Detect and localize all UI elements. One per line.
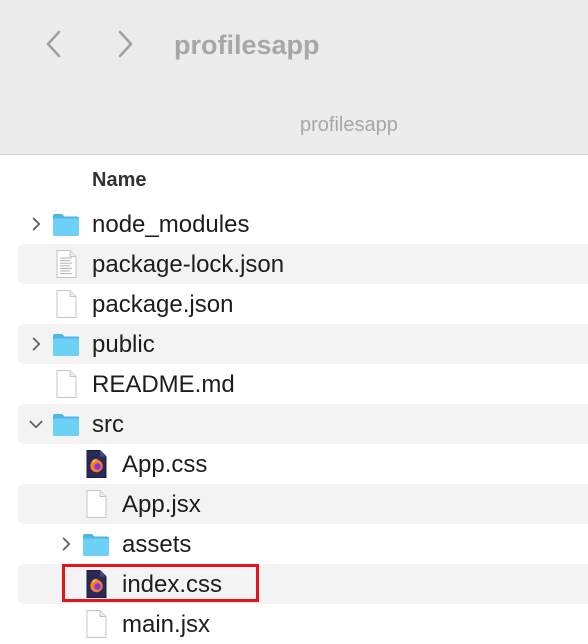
document-icon (51, 369, 81, 399)
list-item[interactable]: package.json (0, 284, 588, 324)
path-tab[interactable]: profilesapp (0, 114, 588, 137)
text-document-icon (51, 249, 81, 279)
file-name: main.jsx (122, 611, 211, 638)
folder-icon (51, 409, 81, 439)
file-name: package.json (92, 291, 234, 318)
file-name: public (92, 331, 155, 358)
chevron-left-icon (46, 30, 61, 58)
list-item[interactable]: index.css (0, 564, 588, 604)
file-name: src (92, 411, 124, 438)
column-header: Name (0, 155, 588, 203)
list-item[interactable]: node_modules (0, 204, 588, 244)
firefox-css-icon (81, 449, 111, 479)
file-name: index.css (122, 571, 223, 598)
finder-toolbar: profilesapp profilesapp (0, 0, 588, 155)
document-icon (81, 489, 111, 519)
disclosure-expanded-icon[interactable] (26, 414, 46, 434)
file-name: node_modules (92, 211, 250, 238)
chevron-right-icon (118, 30, 133, 58)
list-item[interactable]: assets (0, 524, 588, 564)
document-icon (51, 289, 81, 319)
disclosure-collapsed-icon[interactable] (26, 214, 46, 234)
list-item[interactable]: README.md (0, 364, 588, 404)
back-button[interactable] (36, 26, 72, 62)
file-name: README.md (92, 371, 235, 398)
folder-icon (51, 209, 81, 239)
list-item[interactable]: public (0, 324, 588, 364)
disclosure-collapsed-icon[interactable] (26, 334, 46, 354)
name-column-header[interactable]: Name (92, 169, 146, 192)
file-name: package-lock.json (92, 251, 285, 278)
folder-icon (51, 329, 81, 359)
list-item[interactable]: main.jsx (0, 604, 588, 644)
disclosure-collapsed-icon[interactable] (56, 534, 76, 554)
window-title: profilesapp (174, 30, 320, 60)
list-item[interactable]: package-lock.json (0, 244, 588, 284)
file-name: App.css (122, 451, 208, 478)
folder-icon (81, 529, 111, 559)
file-name: assets (122, 531, 192, 558)
document-icon (81, 609, 111, 639)
firefox-css-icon (81, 569, 111, 599)
list-item[interactable]: App.css (0, 444, 588, 484)
list-item[interactable]: App.jsx (0, 484, 588, 524)
list-item[interactable]: src (0, 404, 588, 444)
file-name: App.jsx (122, 491, 201, 518)
forward-button[interactable] (107, 26, 143, 62)
